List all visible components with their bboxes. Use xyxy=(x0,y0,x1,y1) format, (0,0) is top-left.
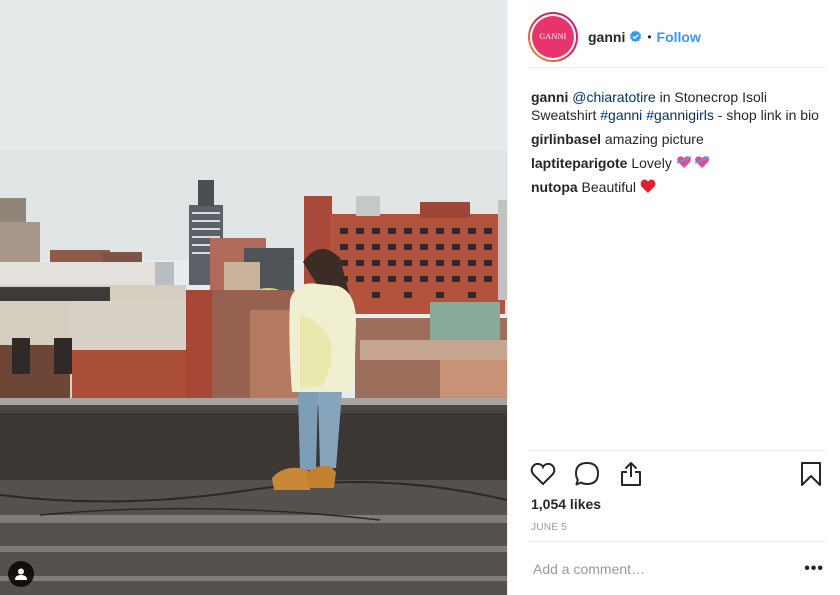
comment-item: girlinbasel amazing picture xyxy=(531,130,821,148)
avatar-logo-text: GANNI xyxy=(539,32,567,41)
comment-form: ••• xyxy=(528,541,826,595)
post-side-panel: GANNI ganni • Follow ganni @chiaratotire… xyxy=(507,0,840,595)
hashtag-link[interactable]: #gannigirls xyxy=(646,107,714,123)
comment-item: laptiteparigote Lovely xyxy=(531,154,821,172)
post-photo[interactable] xyxy=(0,0,507,595)
like-button[interactable] xyxy=(528,459,558,489)
comment-text: amazing picture xyxy=(604,131,704,147)
two-hearts-emoji xyxy=(676,156,710,168)
action-bar xyxy=(528,451,826,497)
verified-badge-icon xyxy=(630,30,642,43)
comment-button[interactable] xyxy=(572,459,602,489)
heart-icon xyxy=(530,462,556,486)
mention-link[interactable]: @chiaratotire xyxy=(572,89,655,105)
post-header: GANNI ganni • Follow xyxy=(528,10,826,68)
save-button[interactable] xyxy=(796,459,826,489)
header-username[interactable]: ganni xyxy=(588,29,625,45)
comment-text: Beautiful xyxy=(581,179,637,195)
comment-username[interactable]: ganni xyxy=(531,89,568,105)
likes-count[interactable]: 1,054 likes xyxy=(531,496,601,512)
share-button[interactable] xyxy=(616,459,646,489)
caption: ganni @chiaratotire in Stonecrop Isoli S… xyxy=(531,88,821,124)
comment-list: ganni @chiaratotire in Stonecrop Isoli S… xyxy=(531,88,821,202)
comment-item: nutopa Beautiful xyxy=(531,178,821,196)
separator-dot: • xyxy=(647,29,652,44)
comment-text: Lovely xyxy=(631,155,672,171)
comment-username[interactable]: nutopa xyxy=(531,179,578,195)
bookmark-icon xyxy=(801,462,821,486)
more-options-button[interactable]: ••• xyxy=(804,560,824,578)
hashtag-link[interactable]: #ganni xyxy=(600,107,642,123)
comment-username[interactable]: laptiteparigote xyxy=(531,155,627,171)
share-icon xyxy=(621,462,641,486)
comment-username[interactable]: girlinbasel xyxy=(531,131,601,147)
user-tag-icon[interactable] xyxy=(8,561,34,587)
avatar-story-ring[interactable]: GANNI xyxy=(528,11,578,62)
follow-button[interactable]: Follow xyxy=(657,29,701,45)
red-heart-emoji xyxy=(640,179,656,193)
rooftop-city-image xyxy=(0,0,507,595)
add-comment-input[interactable] xyxy=(528,560,778,577)
post-date[interactable]: JUNE 5 xyxy=(531,522,567,533)
avatar: GANNI xyxy=(532,15,574,58)
caption-text: - shop link in bio xyxy=(713,107,819,123)
comment-bubble-icon xyxy=(575,462,599,486)
action-bar-wrap xyxy=(528,450,826,497)
